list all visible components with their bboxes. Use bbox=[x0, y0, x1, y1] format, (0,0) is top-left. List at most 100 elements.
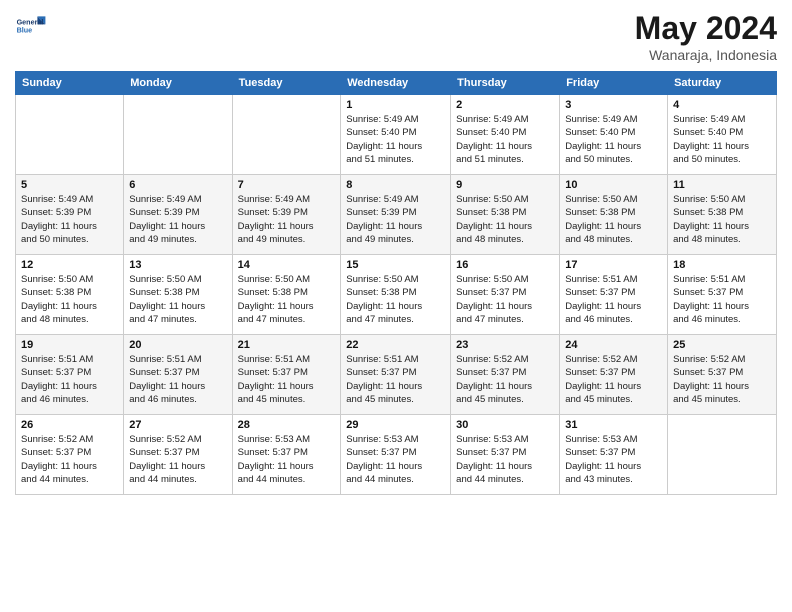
day-info: Sunrise: 5:53 AM Sunset: 5:37 PM Dayligh… bbox=[238, 433, 336, 486]
day-number: 28 bbox=[238, 419, 336, 431]
table-row: 13Sunrise: 5:50 AM Sunset: 5:38 PM Dayli… bbox=[124, 255, 232, 335]
header-wednesday: Wednesday bbox=[341, 72, 451, 95]
day-info: Sunrise: 5:50 AM Sunset: 5:38 PM Dayligh… bbox=[238, 273, 336, 326]
day-info: Sunrise: 5:50 AM Sunset: 5:37 PM Dayligh… bbox=[456, 273, 554, 326]
day-number: 24 bbox=[565, 339, 662, 351]
calendar-location: Wanaraja, Indonesia bbox=[635, 47, 777, 63]
day-number: 9 bbox=[456, 179, 554, 191]
table-row: 26 Sunrise: 5:52 AM Sunset: 5:37 PM Dayli… bbox=[16, 415, 124, 495]
table-row: 2 Sunrise: 5:49 AM Sunset: 5:40 PM Daylig… bbox=[451, 95, 560, 175]
weekday-header-row: Sunday Monday Tuesday Wednesday Thursday… bbox=[16, 72, 777, 95]
day-number: 11 bbox=[673, 179, 771, 191]
table-row: 28 Sunrise: 5:53 AM Sunset: 5:37 PM Dayli… bbox=[232, 415, 341, 495]
week-row-3: 12 Sunrise: 5:50 AM Sunset: 5:38 PM Dayli… bbox=[16, 255, 777, 335]
header-friday: Friday bbox=[560, 72, 668, 95]
day-number: 15 bbox=[346, 259, 445, 271]
table-row bbox=[668, 415, 777, 495]
day-info: Sunrise: 5:50 AM Sunset: 5:38 PM Dayligh… bbox=[21, 273, 118, 326]
header-sunday: Sunday bbox=[16, 72, 124, 95]
table-row: 16 Sunrise: 5:50 AM Sunset: 5:37 PM Dayli… bbox=[451, 255, 560, 335]
day-number: 16 bbox=[456, 259, 554, 271]
table-row: 25 Sunrise: 5:52 AM Sunset: 5:37 PM Dayli… bbox=[668, 335, 777, 415]
table-row: 9 Sunrise: 5:50 AM Sunset: 5:38 PM Daylig… bbox=[451, 175, 560, 255]
day-number: 30 bbox=[456, 419, 554, 431]
day-info: Sunrise: 5:52 AM Sunset: 5:37 PM Dayligh… bbox=[129, 433, 226, 486]
day-info: Sunrise: 5:49 AM Sunset: 5:39 PM Dayligh… bbox=[346, 193, 445, 246]
week-row-4: 19 Sunrise: 5:51 AM Sunset: 5:37 PM Dayli… bbox=[16, 335, 777, 415]
day-info: Sunrise: 5:51 AM Sunset: 5:37 PM Dayligh… bbox=[346, 353, 445, 406]
day-info: Sunrise: 5:49 AM Sunset: 5:39 PM Dayligh… bbox=[129, 193, 226, 246]
day-number: 5 bbox=[21, 179, 118, 191]
table-row: 10 Sunrise: 5:50 AM Sunset: 5:38 PM Dayli… bbox=[560, 175, 668, 255]
day-info: Sunrise: 5:50 AM Sunset: 5:38 PM Dayligh… bbox=[456, 193, 554, 246]
day-number: 27 bbox=[129, 419, 226, 431]
svg-text:Blue: Blue bbox=[17, 25, 33, 34]
table-row: 5 Sunrise: 5:49 AM Sunset: 5:39 PM Daylig… bbox=[16, 175, 124, 255]
table-row: 14 Sunrise: 5:50 AM Sunset: 5:38 PM Dayli… bbox=[232, 255, 341, 335]
table-row: 6Sunrise: 5:49 AM Sunset: 5:39 PM Daylig… bbox=[124, 175, 232, 255]
table-row: 18 Sunrise: 5:51 AM Sunset: 5:37 PM Dayli… bbox=[668, 255, 777, 335]
day-number: 12 bbox=[21, 259, 118, 271]
table-row: 17 Sunrise: 5:51 AM Sunset: 5:37 PM Dayli… bbox=[560, 255, 668, 335]
table-row: 29Sunrise: 5:53 AM Sunset: 5:37 PM Dayli… bbox=[341, 415, 451, 495]
day-info: Sunrise: 5:50 AM Sunset: 5:38 PM Dayligh… bbox=[565, 193, 662, 246]
header-saturday: Saturday bbox=[668, 72, 777, 95]
day-info: Sunrise: 5:52 AM Sunset: 5:37 PM Dayligh… bbox=[21, 433, 118, 486]
day-info: Sunrise: 5:52 AM Sunset: 5:37 PM Dayligh… bbox=[456, 353, 554, 406]
day-info: Sunrise: 5:53 AM Sunset: 5:37 PM Dayligh… bbox=[346, 433, 445, 486]
day-info: Sunrise: 5:49 AM Sunset: 5:40 PM Dayligh… bbox=[673, 113, 771, 166]
day-info: Sunrise: 5:50 AM Sunset: 5:38 PM Dayligh… bbox=[673, 193, 771, 246]
title-block: May 2024 Wanaraja, Indonesia bbox=[635, 10, 777, 63]
table-row: 15Sunrise: 5:50 AM Sunset: 5:38 PM Dayli… bbox=[341, 255, 451, 335]
table-row: 31Sunrise: 5:53 AM Sunset: 5:37 PM Dayli… bbox=[560, 415, 668, 495]
table-row: 27 Sunrise: 5:52 AM Sunset: 5:37 PM Dayli… bbox=[124, 415, 232, 495]
day-info: Sunrise: 5:52 AM Sunset: 5:37 PM Dayligh… bbox=[673, 353, 771, 406]
day-number: 2 bbox=[456, 99, 554, 111]
day-info: Sunrise: 5:51 AM Sunset: 5:37 PM Dayligh… bbox=[238, 353, 336, 406]
day-number: 8 bbox=[346, 179, 445, 191]
table-row bbox=[16, 95, 124, 175]
table-row: 8 Sunrise: 5:49 AM Sunset: 5:39 PM Daylig… bbox=[341, 175, 451, 255]
header: General Blue May 2024 Wanaraja, Indonesi… bbox=[15, 10, 777, 63]
day-number: 26 bbox=[21, 419, 118, 431]
day-info: Sunrise: 5:53 AM Sunset: 5:37 PM Dayligh… bbox=[456, 433, 554, 486]
logo-icon: General Blue bbox=[15, 10, 47, 42]
table-row: 4 Sunrise: 5:49 AM Sunset: 5:40 PM Daylig… bbox=[668, 95, 777, 175]
day-number: 21 bbox=[238, 339, 336, 351]
day-number: 19 bbox=[21, 339, 118, 351]
day-number: 17 bbox=[565, 259, 662, 271]
week-row-5: 26 Sunrise: 5:52 AM Sunset: 5:37 PM Dayli… bbox=[16, 415, 777, 495]
day-number: 25 bbox=[673, 339, 771, 351]
header-tuesday: Tuesday bbox=[232, 72, 341, 95]
day-number: 14 bbox=[238, 259, 336, 271]
day-number: 23 bbox=[456, 339, 554, 351]
day-number: 1 bbox=[346, 99, 445, 111]
table-row: 20 Sunrise: 5:51 AM Sunset: 5:37 PM Dayli… bbox=[124, 335, 232, 415]
day-info: Sunrise: 5:52 AM Sunset: 5:37 PM Dayligh… bbox=[565, 353, 662, 406]
day-number: 18 bbox=[673, 259, 771, 271]
table-row: 23 Sunrise: 5:52 AM Sunset: 5:37 PM Dayli… bbox=[451, 335, 560, 415]
day-info: Sunrise: 5:53 AM Sunset: 5:37 PM Dayligh… bbox=[565, 433, 662, 486]
day-info: Sunrise: 5:51 AM Sunset: 5:37 PM Dayligh… bbox=[21, 353, 118, 406]
day-number: 22 bbox=[346, 339, 445, 351]
day-info: Sunrise: 5:51 AM Sunset: 5:37 PM Dayligh… bbox=[129, 353, 226, 406]
table-row: 3Sunrise: 5:49 AM Sunset: 5:40 PM Daylig… bbox=[560, 95, 668, 175]
day-info: Sunrise: 5:49 AM Sunset: 5:39 PM Dayligh… bbox=[21, 193, 118, 246]
table-row: 11 Sunrise: 5:50 AM Sunset: 5:38 PM Dayli… bbox=[668, 175, 777, 255]
day-info: Sunrise: 5:51 AM Sunset: 5:37 PM Dayligh… bbox=[673, 273, 771, 326]
table-row: 21 Sunrise: 5:51 AM Sunset: 5:37 PM Dayli… bbox=[232, 335, 341, 415]
table-row: 12 Sunrise: 5:50 AM Sunset: 5:38 PM Dayli… bbox=[16, 255, 124, 335]
day-number: 4 bbox=[673, 99, 771, 111]
header-monday: Monday bbox=[124, 72, 232, 95]
week-row-1: 1 Sunrise: 5:49 AM Sunset: 5:40 PM Daylig… bbox=[16, 95, 777, 175]
day-info: Sunrise: 5:51 AM Sunset: 5:37 PM Dayligh… bbox=[565, 273, 662, 326]
page-container: General Blue May 2024 Wanaraja, Indonesi… bbox=[0, 0, 792, 505]
day-info: Sunrise: 5:49 AM Sunset: 5:40 PM Dayligh… bbox=[456, 113, 554, 166]
calendar-title: May 2024 bbox=[635, 10, 777, 47]
calendar-table: Sunday Monday Tuesday Wednesday Thursday… bbox=[15, 71, 777, 495]
day-number: 3 bbox=[565, 99, 662, 111]
table-row bbox=[232, 95, 341, 175]
day-number: 20 bbox=[129, 339, 226, 351]
day-number: 10 bbox=[565, 179, 662, 191]
table-row: 19 Sunrise: 5:51 AM Sunset: 5:37 PM Dayli… bbox=[16, 335, 124, 415]
